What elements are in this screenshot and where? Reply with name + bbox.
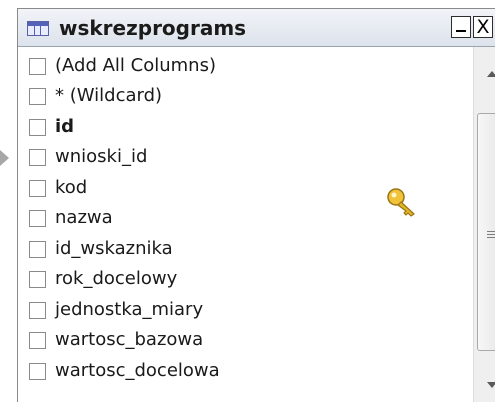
minimize-icon <box>456 30 466 32</box>
column-checkbox[interactable] <box>29 180 46 197</box>
column-checkbox[interactable] <box>29 119 46 136</box>
column-checkbox[interactable] <box>29 271 46 288</box>
query-designer-canvas: wskrezprograms X (Add All Columns) * (Wi… <box>0 0 495 402</box>
column-item-rok-docelowy[interactable]: rok_docelowy <box>26 267 466 293</box>
column-item-add-all[interactable]: (Add All Columns) <box>26 54 466 80</box>
column-checkbox[interactable] <box>29 88 46 105</box>
column-item-jednostka-miary[interactable]: jednostka_miary <box>26 298 466 324</box>
table-window[interactable]: wskrezprograms X (Add All Columns) * (Wi… <box>17 8 495 402</box>
column-checkbox[interactable] <box>29 210 46 227</box>
column-label: * (Wildcard) <box>55 85 163 106</box>
column-checkbox[interactable] <box>29 58 46 75</box>
grip-icon <box>487 231 495 232</box>
column-label: wnioski_id <box>55 146 148 167</box>
column-label: (Add All Columns) <box>55 55 216 76</box>
column-item-wartosc-docelowa[interactable]: wartosc_docelowa <box>26 359 466 385</box>
column-checkbox[interactable] <box>29 363 46 380</box>
row-indicator-arrow-icon <box>0 150 9 166</box>
column-label: jednostka_miary <box>55 299 204 320</box>
column-item-wnioski-id[interactable]: wnioski_id <box>26 145 466 171</box>
column-checkbox[interactable] <box>29 302 46 319</box>
column-label: wartosc_bazowa <box>55 329 204 350</box>
column-item-wartosc-bazowa[interactable]: wartosc_bazowa <box>26 328 466 354</box>
column-checkbox[interactable] <box>29 332 46 349</box>
column-label: wartosc_docelowa <box>55 360 220 381</box>
table-icon <box>27 21 49 36</box>
column-item-id-wskaznika[interactable]: id_wskaznika <box>26 237 466 263</box>
table-titlebar[interactable]: wskrezprograms X <box>18 9 495 47</box>
key-icon <box>387 188 415 217</box>
table-title: wskrezprograms <box>59 16 247 40</box>
column-item-id[interactable]: id <box>26 115 466 141</box>
column-item-wildcard[interactable]: * (Wildcard) <box>26 84 466 110</box>
column-label: rok_docelowy <box>55 268 178 289</box>
column-checkbox[interactable] <box>29 149 46 166</box>
minimize-button[interactable] <box>451 16 471 38</box>
column-checkbox[interactable] <box>29 241 46 258</box>
column-list[interactable]: (Add All Columns) * (Wildcard) id wniosk… <box>18 47 473 402</box>
vertical-scrollbar[interactable] <box>473 47 495 402</box>
column-label: id_wskaznika <box>55 238 173 259</box>
scroll-up-icon[interactable] <box>487 71 495 77</box>
close-button[interactable]: X <box>473 16 493 38</box>
column-label: nazwa <box>55 207 113 228</box>
scroll-thumb[interactable] <box>477 113 495 351</box>
column-label: kod <box>55 177 88 198</box>
scroll-down-icon[interactable] <box>487 382 495 388</box>
column-label: id <box>55 116 75 137</box>
